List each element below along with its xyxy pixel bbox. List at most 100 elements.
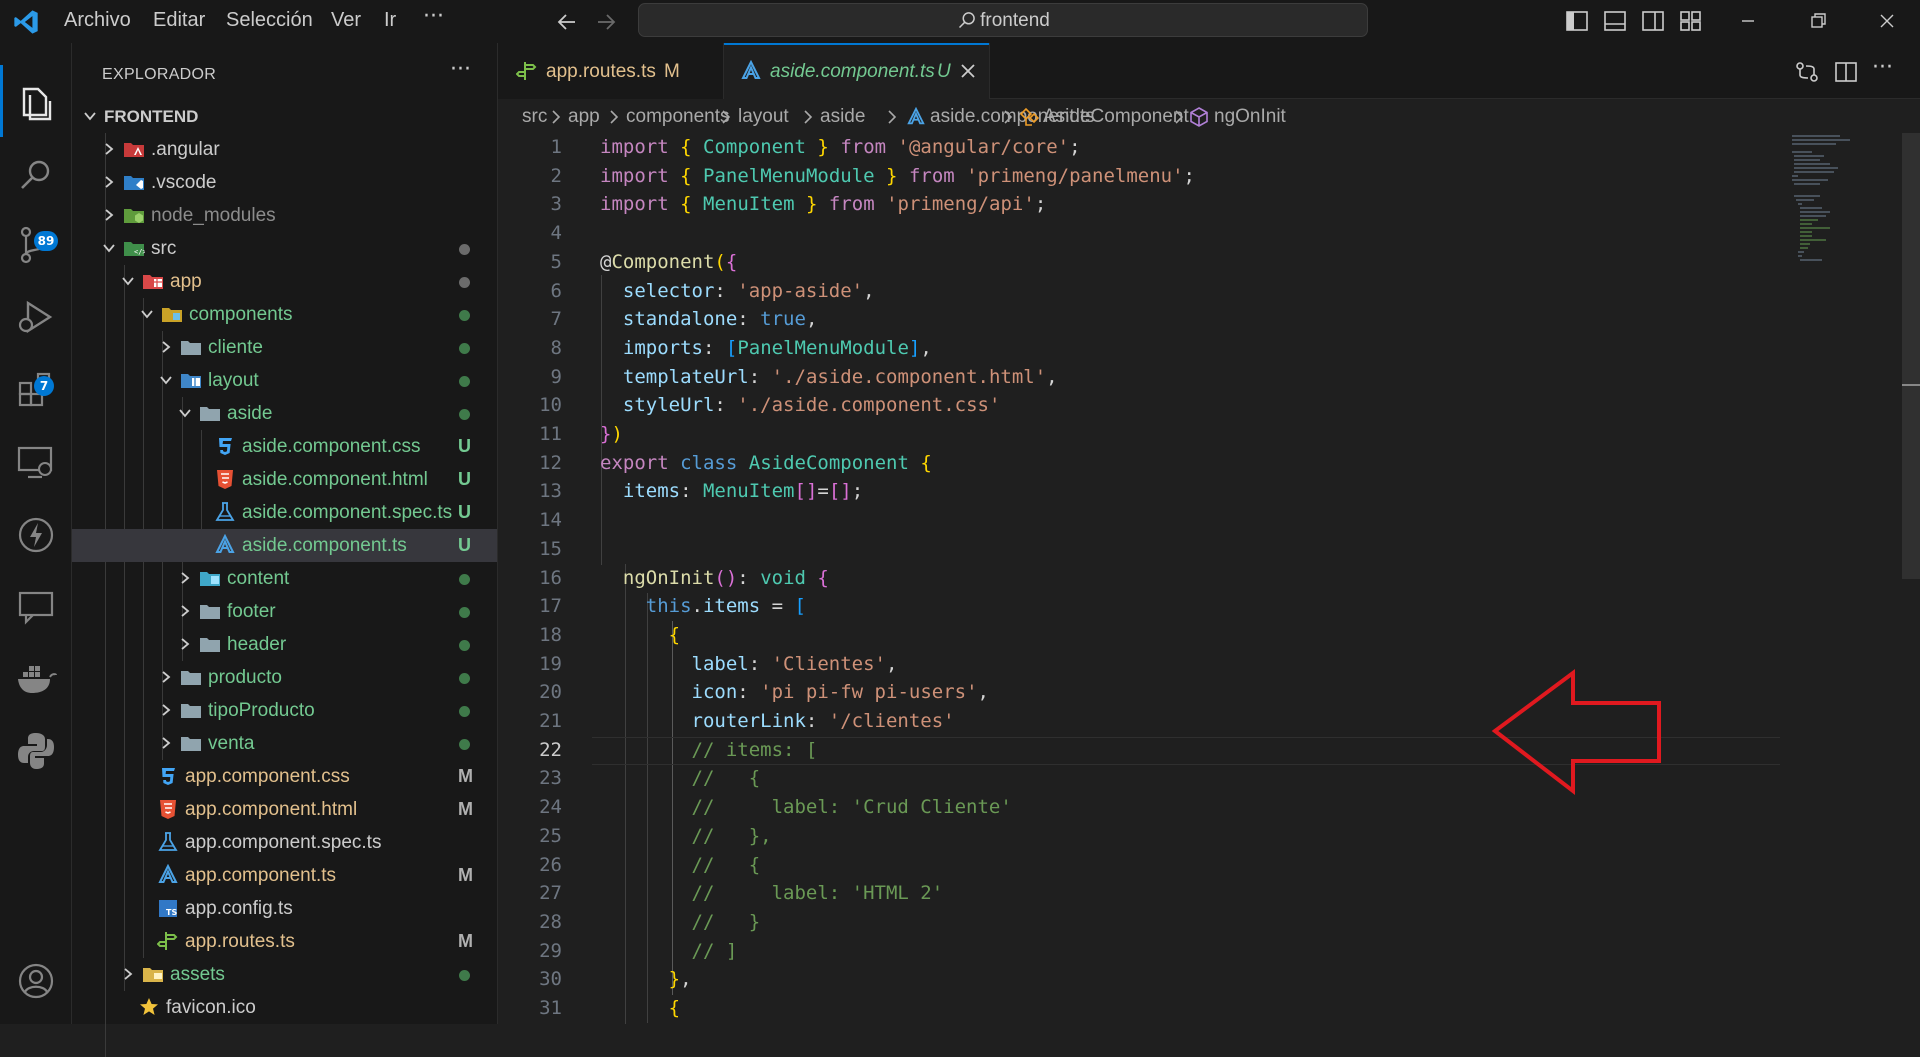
tab-aside-component[interactable]: aside.component.ts U: [724, 43, 990, 99]
tree-file-row[interactable]: aside.component.spec.ts U: [72, 496, 497, 529]
restore-icon[interactable]: [1805, 8, 1831, 34]
tree-folder-row[interactable]: FRONTEND: [72, 100, 497, 133]
close-tab-icon[interactable]: [960, 63, 976, 79]
tree-file-row[interactable]: app.routes.ts M: [72, 925, 497, 958]
breadcrumb-item[interactable]: ngOnInit: [1214, 106, 1286, 128]
tree-file-row[interactable]: app.component.spec.ts: [72, 826, 497, 859]
chevron-right-icon: [181, 572, 190, 584]
toggle-panel-icon[interactable]: [1603, 10, 1627, 32]
vertical-scrollbar[interactable]: [1902, 133, 1920, 579]
line-number: 28: [539, 910, 562, 933]
chat-icon[interactable]: [14, 585, 58, 629]
editor-more-actions-button[interactable]: ···: [1872, 55, 1893, 80]
tree-file-row[interactable]: app.component.html M: [72, 793, 497, 826]
tree-folder-row[interactable]: .vscode: [72, 166, 497, 199]
code-text: // label: 'Crud Cliente': [691, 796, 1012, 819]
breadcrumb-item[interactable]: aside: [820, 106, 865, 128]
html-file-icon: [217, 470, 233, 489]
tree-file-row[interactable]: aside.component.css U: [72, 430, 497, 463]
git-status-badge: M: [458, 766, 473, 786]
breadcrumb: src app components layout aside aside.compone…: [498, 99, 1920, 133]
remote-explorer-icon[interactable]: [14, 441, 58, 485]
tab-app-routes[interactable]: app.routes.ts M: [498, 43, 724, 99]
css-file-icon: [162, 768, 175, 785]
back-arrow-icon[interactable]: [555, 10, 579, 34]
code-line: 3 import { MenuItem } from 'primeng/api';: [498, 190, 1898, 219]
code-text: ngOnInit(): void {: [622, 566, 829, 589]
menu-ver[interactable]: Ver: [331, 9, 361, 32]
menu-seleccion[interactable]: Selección: [226, 9, 313, 32]
code-line: 31 {: [498, 994, 1898, 1023]
tree-folder-row[interactable]: aside: [72, 397, 497, 430]
tree-folder-row[interactable]: app: [72, 265, 497, 298]
forward-arrow-icon[interactable]: [594, 10, 618, 34]
breadcrumb-item[interactable]: components: [626, 106, 730, 128]
tree-file-row[interactable]: aside.component.html U: [72, 463, 497, 496]
tree-item-label: aside.component.spec.ts: [242, 502, 453, 523]
tree-folder-row[interactable]: components: [72, 298, 497, 331]
tree-folder-row[interactable]: cliente: [72, 331, 497, 364]
command-center-search[interactable]: frontend: [638, 3, 1368, 37]
python-icon[interactable]: [14, 729, 58, 773]
toggle-secondary-sidebar-icon[interactable]: [1641, 10, 1665, 32]
tree-folder-row[interactable]: producto: [72, 661, 497, 694]
tree-file-row[interactable]: aside.component.ts U: [72, 529, 497, 562]
tree-folder-row[interactable]: node_modules: [72, 199, 497, 232]
angular-file-icon: [215, 534, 235, 553]
breadcrumb-item[interactable]: app: [568, 106, 600, 128]
tree-file-row[interactable]: app.component.ts M: [72, 859, 497, 892]
minimap[interactable]: [1790, 133, 1900, 273]
docker-icon[interactable]: [14, 657, 58, 701]
line-number: 6: [550, 279, 562, 302]
toggle-primary-sidebar-icon[interactable]: [1565, 10, 1589, 32]
breadcrumb-item[interactable]: src: [522, 106, 547, 128]
code-text: }): [600, 423, 623, 445]
menu-ir[interactable]: Ir: [384, 9, 396, 32]
breadcrumb-item[interactable]: AsideComponent: [1043, 106, 1189, 128]
close-window-icon[interactable]: [1874, 8, 1900, 34]
tree-folder-row[interactable]: assets: [72, 958, 497, 991]
tree-folder-row[interactable]: layout: [72, 364, 497, 397]
git-status-badge: M: [458, 865, 473, 885]
tree-file-row[interactable]: favicon.ico: [72, 991, 497, 1024]
menu-archivo[interactable]: Archivo: [64, 9, 131, 32]
code-text: // label: 'HTML 2': [691, 882, 944, 905]
chevron-right-icon: [162, 341, 171, 353]
tree-item-label: venta: [208, 733, 255, 754]
code-line: 24 // label: 'Crud Cliente': [498, 793, 1898, 822]
tree-folder-row[interactable]: venta: [72, 727, 497, 760]
tree-item-label: producto: [208, 667, 282, 688]
minimize-icon[interactable]: [1735, 8, 1761, 34]
line-number: 2: [550, 164, 562, 187]
tree-item-label: app.component.ts: [185, 865, 337, 886]
tree-folder-row[interactable]: </> src: [72, 232, 497, 265]
tree-folder-row[interactable]: content: [72, 562, 497, 595]
search-icon[interactable]: [14, 153, 58, 197]
extensions-badge: 7: [34, 376, 54, 396]
lightning-icon[interactable]: [14, 513, 58, 557]
explorer-files-icon[interactable]: [14, 81, 58, 125]
tree-folder-row[interactable]: .angular: [72, 133, 497, 166]
menu-more-button[interactable]: ···: [423, 4, 444, 29]
chevron-right-icon: [162, 671, 171, 683]
tree-file-row[interactable]: TS app.config.ts: [72, 892, 497, 925]
explorer-more-button[interactable]: ···: [450, 57, 471, 82]
account-icon[interactable]: [14, 959, 58, 1003]
tree-folder-row[interactable]: footer: [72, 595, 497, 628]
split-editor-icon[interactable]: [1834, 61, 1858, 83]
tree-folder-row[interactable]: tipoProducto: [72, 694, 497, 727]
tree-item-label: tipoProducto: [208, 700, 315, 721]
customize-layout-icon[interactable]: [1679, 10, 1703, 32]
run-debug-icon[interactable]: [14, 295, 58, 339]
tree-file-row[interactable]: app.component.css M: [72, 760, 497, 793]
code-line: 5 @Component({: [498, 248, 1898, 277]
tree-item-label: footer: [227, 601, 276, 622]
menu-editar[interactable]: Editar: [153, 9, 205, 32]
breadcrumb-item[interactable]: layout: [738, 106, 789, 128]
code-text: items: MenuItem[]=[];: [622, 480, 864, 503]
tree-folder-row[interactable]: header: [72, 628, 497, 661]
open-changes-icon[interactable]: [1795, 61, 1819, 83]
code-line: 23 // {: [498, 764, 1898, 793]
chevron-right-icon: [722, 110, 731, 124]
chevron-down-icon: [122, 277, 134, 286]
